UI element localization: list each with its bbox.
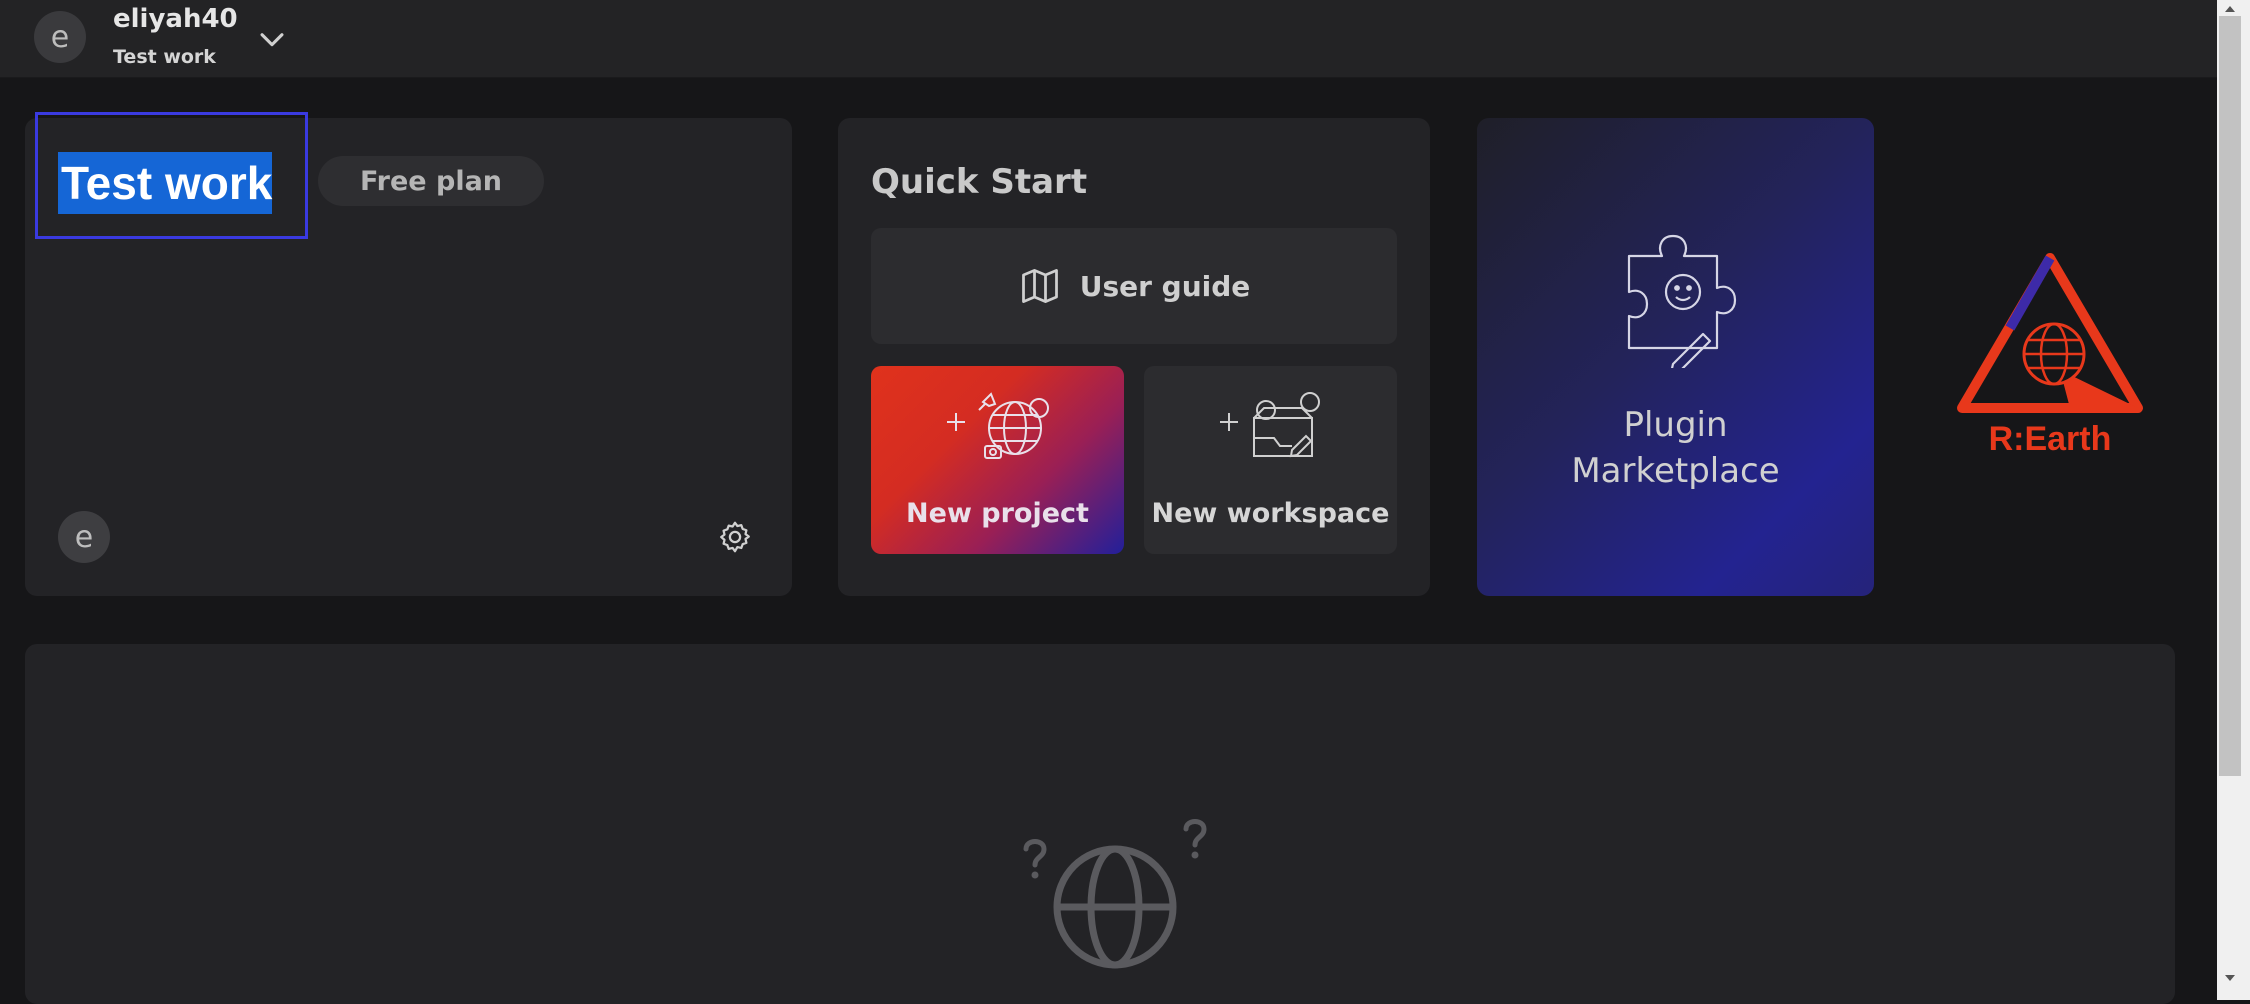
user-guide-label: User guide [1079,269,1251,303]
quick-start-card: Quick Start User guide New project New w… [838,118,1430,596]
scroll-down-arrow-icon[interactable] [2222,971,2238,985]
reearth-logo: R:Earth [1957,253,2143,458]
top-header: e eliyah40 Test work [0,0,2217,78]
map-icon [1021,269,1058,303]
quick-start-title: Quick Start [871,162,1088,202]
new-project-label: New project [906,498,1089,529]
chevron-down-icon[interactable] [255,22,289,56]
plan-badge: Free plan [318,156,544,206]
workspace-plus-icon [1220,392,1320,458]
new-workspace-label: New workspace [1151,498,1390,529]
scroll-up-arrow-icon[interactable] [2222,2,2238,16]
new-project-button[interactable]: New project [871,366,1124,554]
plugin-marketplace-label: Plugin Marketplace [1477,402,1874,494]
projects-panel [25,644,2175,1004]
puzzle-piece-icon [1627,234,1737,368]
gear-icon[interactable] [717,519,753,555]
reearth-logo-text: R:Earth [1989,420,2112,458]
new-workspace-button[interactable]: New workspace [1144,366,1397,554]
workspace-title[interactable]: Test work [58,152,273,214]
user-avatar[interactable]: e [34,11,86,63]
member-avatar[interactable]: e [58,511,110,563]
current-workspace-label: Test work [113,46,216,68]
plugin-label-line1: Plugin [1623,405,1728,445]
workspace-card: Test work Free plan e [25,112,792,596]
scrollbar-thumb[interactable] [2219,16,2241,776]
plugin-label-line2: Marketplace [1571,451,1780,491]
username-label: eliyah40 [113,4,238,34]
globe-rocket-plus-icon [947,392,1049,459]
user-guide-button[interactable]: User guide [871,228,1397,344]
globe-question-icon [1023,819,1207,969]
plugin-marketplace-card[interactable]: Plugin Marketplace [1477,118,1874,596]
